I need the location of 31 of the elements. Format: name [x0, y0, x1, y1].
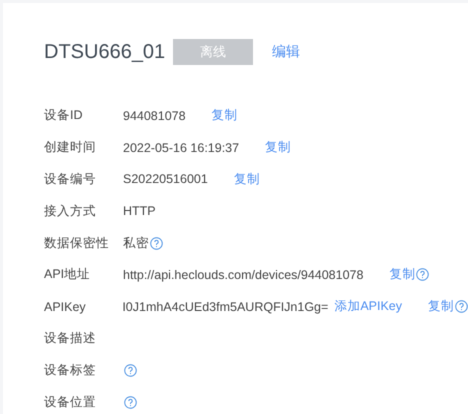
copy-link[interactable]: 复制 [234, 170, 260, 188]
field-value: 私密 [123, 234, 149, 252]
help-icon[interactable] [455, 300, 468, 314]
field-label: 数据保密性 [44, 234, 110, 252]
field-label: 接入方式 [44, 202, 97, 220]
field-label: 设备位置 [44, 394, 97, 411]
copy-link[interactable]: 复制 [265, 139, 292, 156]
copy-link[interactable]: 复制 [389, 266, 416, 284]
status-badge: 离线 [173, 39, 253, 65]
copy-link[interactable]: 复制 [212, 107, 238, 124]
field-label: 设备描述 [44, 330, 97, 347]
add-link[interactable]: 添加APIKey [334, 298, 402, 316]
help-icon[interactable] [124, 396, 137, 409]
field-label: 设备ID [44, 107, 84, 124]
help-icon[interactable] [124, 364, 137, 377]
field-value: I0J1mhA4cUEd3fm5AURQFIJn1Gg= [122, 300, 328, 314]
edit-link[interactable]: 编辑 [272, 43, 300, 61]
field-value: http://api.heclouds.com/devices/944081078 [123, 268, 364, 282]
field-label: APIKey [44, 300, 87, 314]
field-value: S20220516001 [123, 172, 208, 186]
field-label: 创建时间 [44, 139, 97, 156]
field-label: 设备编号 [44, 170, 97, 188]
help-icon[interactable] [416, 268, 430, 282]
field-label: API地址 [44, 266, 92, 284]
help-icon[interactable] [150, 236, 163, 250]
field-label: 设备标签 [44, 362, 97, 379]
field-value: 944081078 [123, 108, 186, 123]
field-value: 2022-05-16 16:19:37 [123, 140, 240, 155]
field-value: HTTP [123, 204, 156, 218]
device-title: DTSU666_01 [44, 40, 166, 64]
copy-link[interactable]: 复制 [428, 298, 454, 316]
